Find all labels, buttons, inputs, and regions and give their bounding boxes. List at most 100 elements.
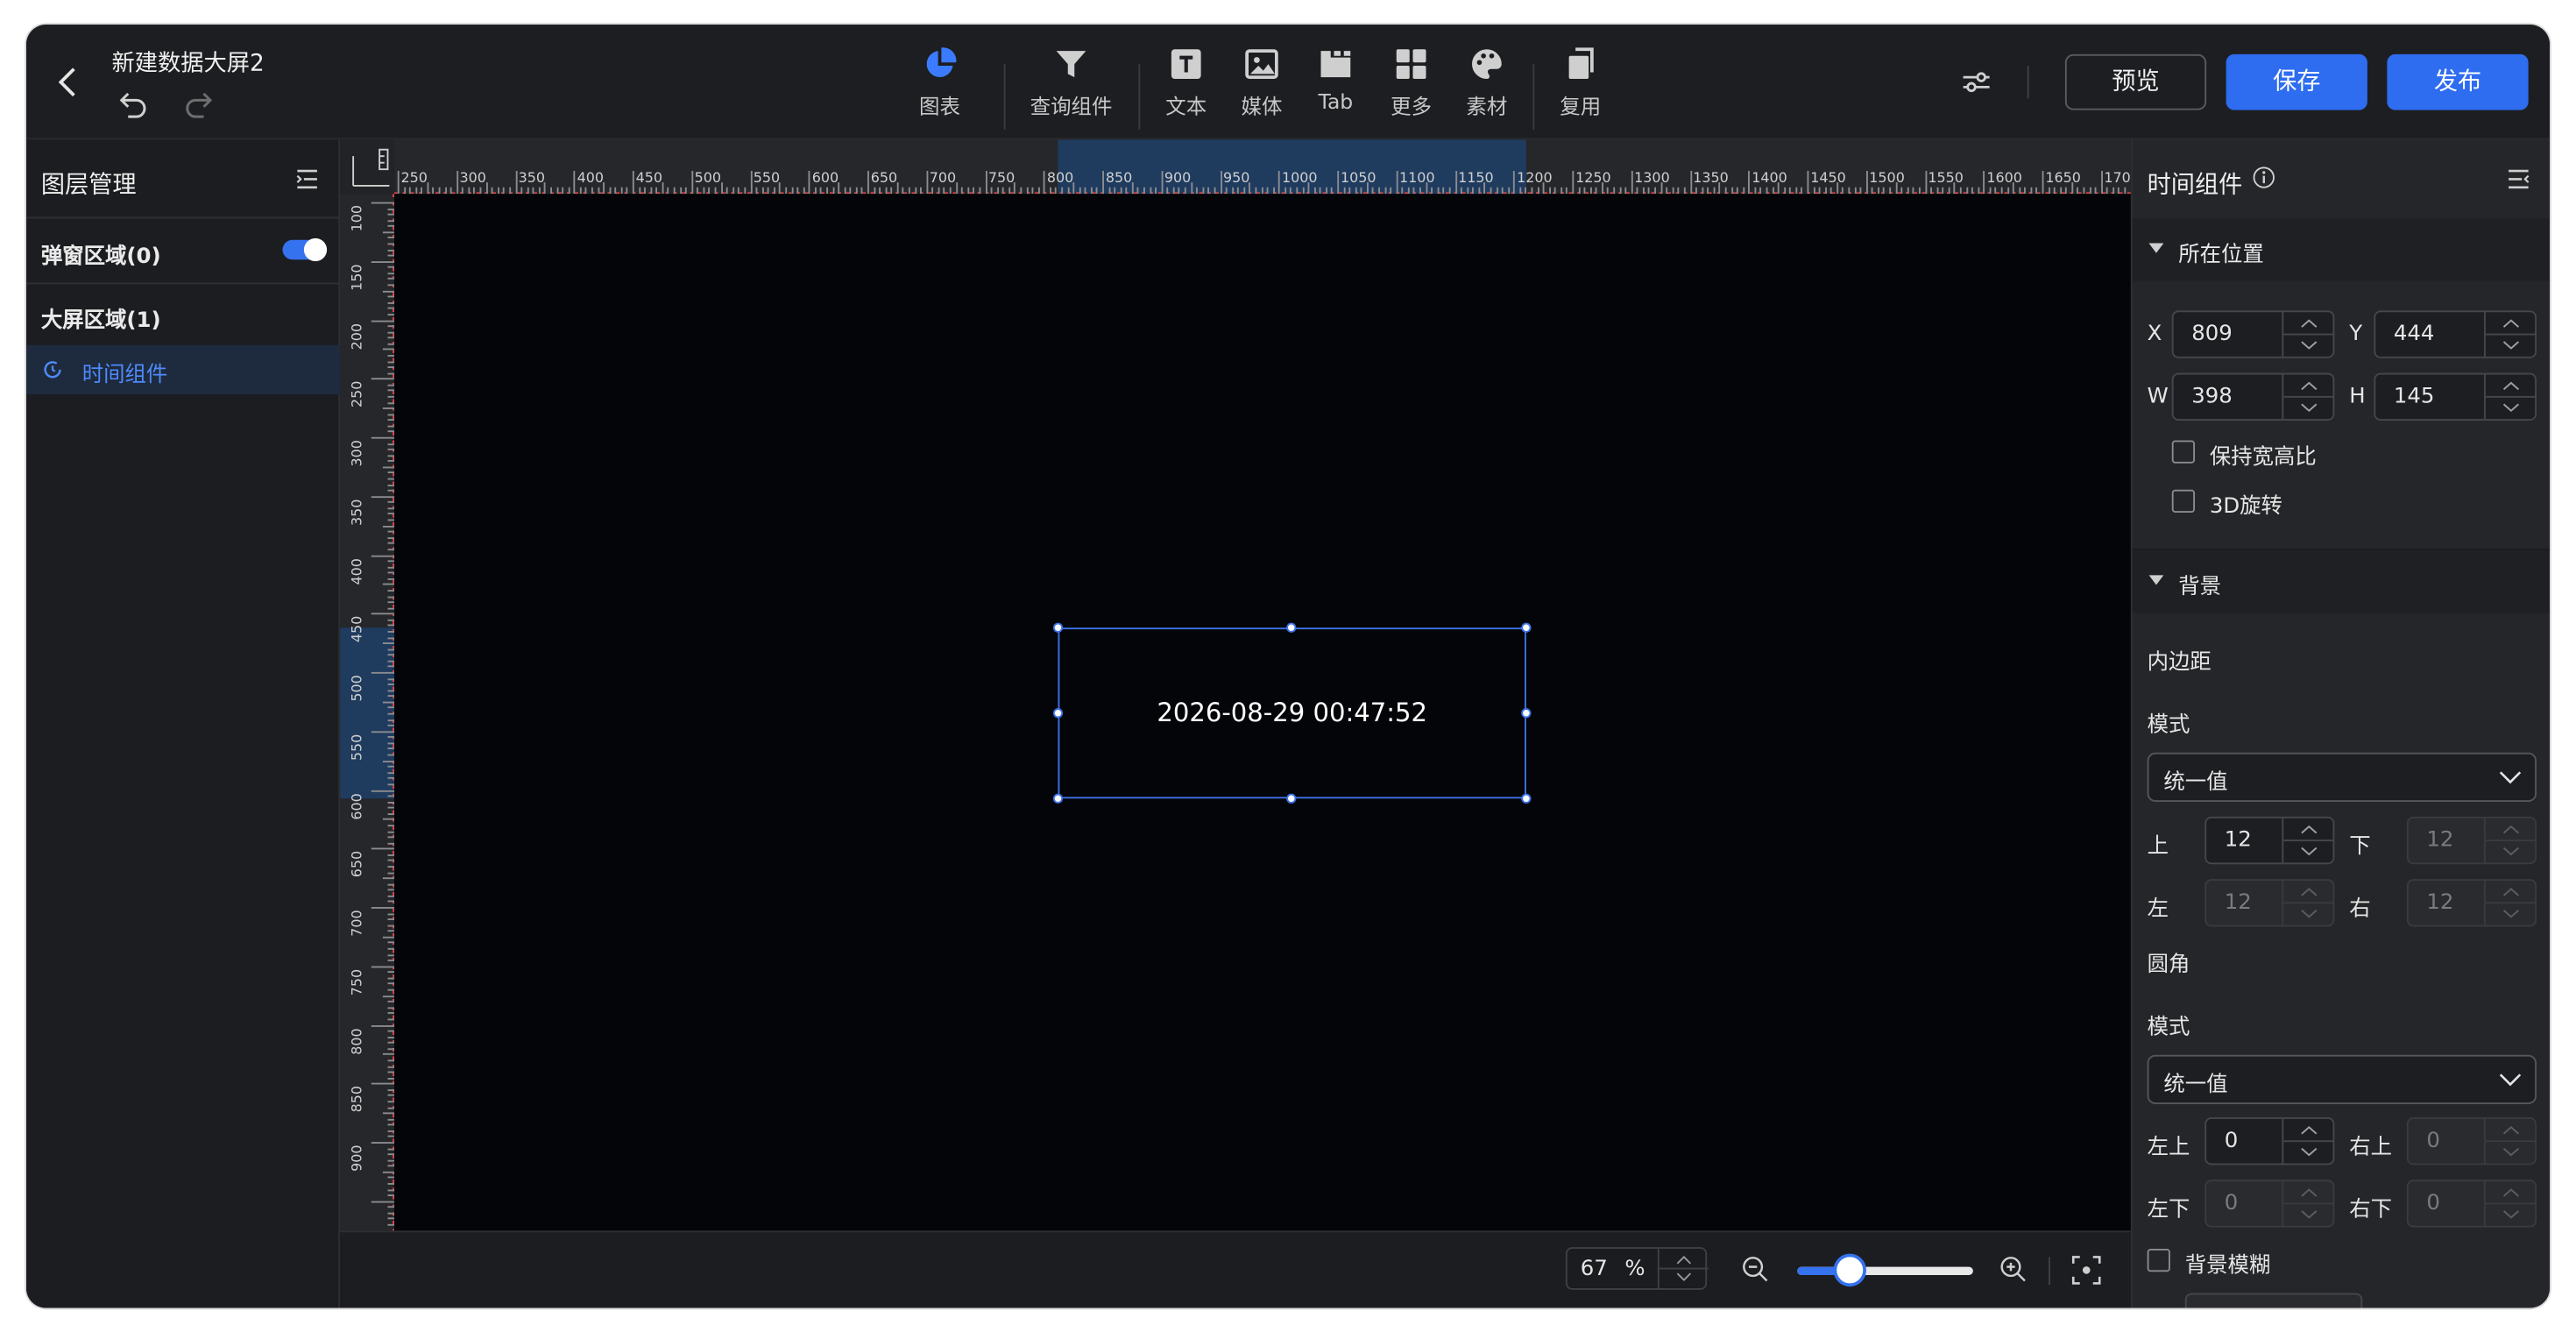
- ruler-tick: [371, 613, 394, 615]
- settings-sliders-icon[interactable]: [1960, 67, 1993, 97]
- save-button[interactable]: 保存: [2226, 53, 2367, 110]
- ruler-tick: [832, 187, 834, 195]
- y-label: Y: [2349, 322, 2363, 347]
- ruler-tick: [1025, 187, 1028, 195]
- ruler-tick: [1207, 187, 1210, 195]
- keep-ratio-checkbox[interactable]: [2171, 440, 2195, 464]
- ruler-tick: [1695, 187, 1697, 195]
- popup-area-toggle[interactable]: [282, 237, 328, 262]
- resize-handle-bottom-left[interactable]: [1052, 793, 1064, 804]
- stepper-arrows-icon: [2283, 1125, 2335, 1157]
- padding-bottom-input: 12: [2406, 816, 2537, 865]
- w-stepper[interactable]: [2282, 374, 2335, 420]
- ruler-tick: [568, 187, 570, 195]
- ruler-tick: [397, 171, 400, 195]
- ruler-tick: [387, 295, 394, 298]
- collapse-menu-icon[interactable]: [296, 167, 319, 190]
- back-arrow-icon[interactable]: [56, 66, 79, 99]
- zoom-input[interactable]: 67 %: [1565, 1247, 1709, 1290]
- padding-top-stepper[interactable]: [2282, 818, 2335, 863]
- palette-icon: [1472, 49, 1502, 79]
- ruler-tick: [1172, 187, 1175, 195]
- padding-mode-select[interactable]: 统一值: [2147, 752, 2537, 802]
- select-value: 统一值: [2163, 1073, 2228, 1098]
- ruler-tick: [382, 407, 394, 410]
- publish-button[interactable]: 发布: [2387, 53, 2529, 110]
- ruler-tick: [685, 187, 688, 195]
- h-input[interactable]: 145: [2374, 372, 2537, 421]
- preview-button[interactable]: 预览: [2064, 53, 2207, 110]
- ruler-tick: [387, 854, 394, 856]
- resize-handle-right[interactable]: [1521, 708, 1532, 719]
- collapse-menu-icon[interactable]: [2507, 167, 2530, 190]
- ruler-tick: [1948, 187, 1950, 195]
- padding-top-input[interactable]: 12: [2204, 816, 2335, 865]
- ruler-tick: [2124, 187, 2127, 195]
- zoom-stepper[interactable]: [1657, 1249, 1709, 1288]
- tool-more[interactable]: 更多: [1370, 41, 1453, 127]
- ruler-tick: [387, 301, 394, 304]
- fit-screen-icon[interactable]: [2071, 1256, 2101, 1286]
- toolbar-divider: [1138, 64, 1141, 131]
- radius-tl-stepper[interactable]: [2282, 1118, 2335, 1164]
- h-stepper[interactable]: [2484, 374, 2537, 420]
- ruler-tick: [1654, 187, 1657, 195]
- radius-tl-input[interactable]: 0: [2204, 1117, 2335, 1166]
- zoom-out-icon[interactable]: [1742, 1256, 1770, 1284]
- rotate-3d-checkbox[interactable]: [2171, 489, 2195, 513]
- radius-br-stepper: [2484, 1181, 2537, 1226]
- tool-chart[interactable]: 图表: [899, 41, 981, 127]
- ruler-tick: [1859, 187, 1862, 195]
- screen-canvas[interactable]: 2026-08-29 00:47:52: [394, 194, 2131, 1231]
- zoom-slider-thumb[interactable]: [1833, 1253, 1867, 1287]
- zoom-slider-track[interactable]: [1797, 1266, 1973, 1275]
- tool-reuse[interactable]: 复用: [1539, 41, 1622, 127]
- tool-media[interactable]: 媒体: [1221, 41, 1303, 127]
- resize-handle-bottom[interactable]: [1286, 793, 1297, 804]
- ruler-corner[interactable]: [340, 139, 394, 195]
- ruler-tick: [1578, 187, 1580, 195]
- tool-material[interactable]: 素材: [1446, 41, 1528, 127]
- resize-handle-top-right[interactable]: [1521, 622, 1532, 633]
- resize-handle-top-left[interactable]: [1052, 622, 1064, 633]
- radius-tl-value: 0: [2224, 1129, 2239, 1154]
- time-component[interactable]: 2026-08-29 00:47:52: [1052, 622, 1532, 804]
- radius-mode-select[interactable]: 统一值: [2147, 1054, 2537, 1104]
- tool-text[interactable]: 文本: [1145, 41, 1228, 127]
- ruler-tick: [387, 1106, 394, 1109]
- ruler-tick: [1818, 187, 1821, 195]
- info-icon[interactable]: [2253, 166, 2275, 188]
- section-label: 背景: [2178, 575, 2222, 600]
- ruler-tick: [387, 208, 394, 210]
- ruler-tick: [387, 771, 394, 774]
- layer-item-time-component[interactable]: 时间组件: [26, 344, 341, 394]
- background-blur-input: [2184, 1293, 2363, 1308]
- stepper-arrows-icon: [2283, 825, 2335, 856]
- popup-area-heading: 弹窗区域(0): [40, 244, 161, 270]
- ruler-tick: [1242, 187, 1245, 195]
- ruler-tick: [1143, 187, 1145, 195]
- ruler-label: 450: [350, 616, 367, 643]
- screen-title[interactable]: 新建数据大屏2: [112, 46, 265, 80]
- y-input[interactable]: 444: [2374, 310, 2537, 358]
- position-section-header[interactable]: 所在位置: [2132, 218, 2550, 281]
- toolbar-divider: [2027, 66, 2029, 99]
- resize-handle-bottom-right[interactable]: [1521, 793, 1532, 804]
- ruler-tick: [387, 825, 394, 827]
- resize-handle-top[interactable]: [1286, 622, 1297, 633]
- w-input[interactable]: 398: [2171, 372, 2335, 421]
- background-blur-checkbox[interactable]: [2147, 1249, 2170, 1272]
- resize-handle-left[interactable]: [1052, 708, 1064, 719]
- tool-query[interactable]: 查询组件: [1030, 41, 1112, 127]
- tool-tab[interactable]: Tab: [1295, 41, 1377, 127]
- y-stepper[interactable]: [2484, 312, 2537, 357]
- ruler-tick: [387, 742, 394, 745]
- x-input[interactable]: 809: [2171, 310, 2335, 358]
- vertical-ruler[interactable]: 100 150 200 250 300 350 400 450 500 550 600 650 700 7…: [340, 194, 394, 1231]
- horizontal-ruler[interactable]: 250 300 350 400 450 500 550 600 650 700 750 800 850 9…: [394, 139, 2131, 195]
- undo-icon[interactable]: [118, 89, 148, 118]
- redo-icon[interactable]: [184, 89, 214, 118]
- x-stepper[interactable]: [2282, 312, 2335, 357]
- zoom-in-icon[interactable]: [1999, 1256, 2028, 1284]
- background-section-header[interactable]: 背景: [2132, 550, 2550, 613]
